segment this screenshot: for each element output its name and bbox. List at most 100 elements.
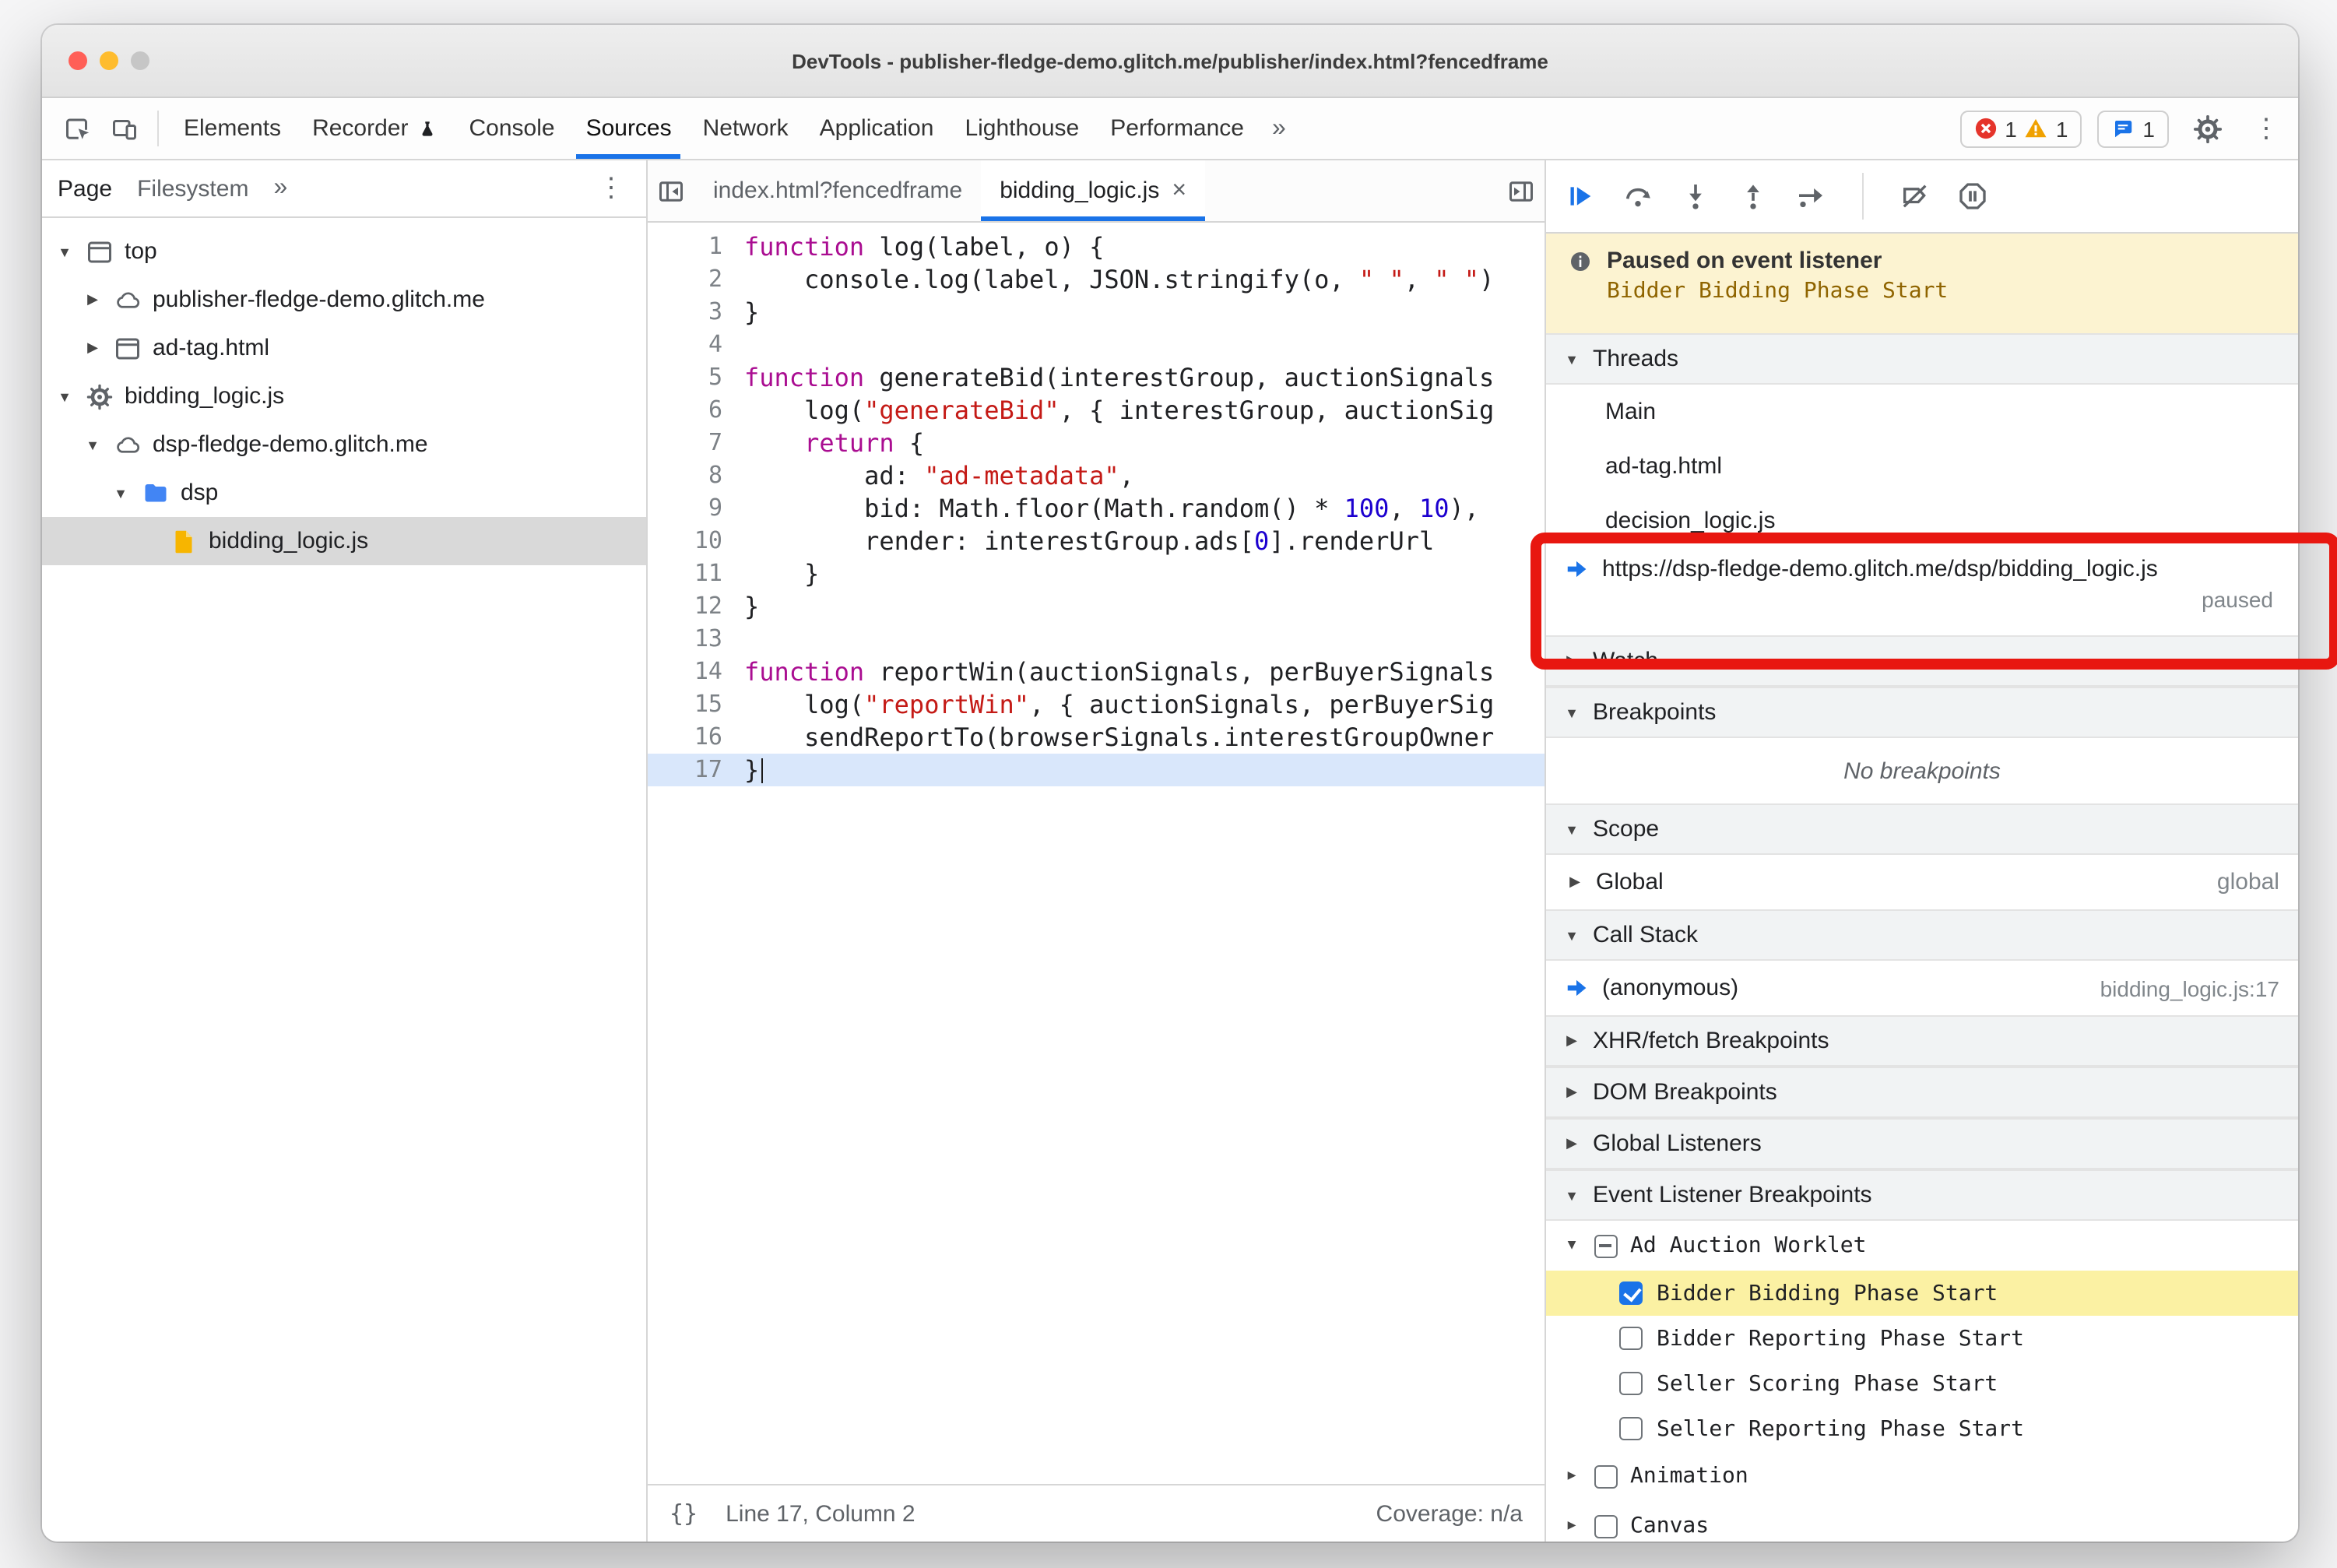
code-line[interactable]: 4 xyxy=(648,329,1545,361)
thread-item-decision-logic-js[interactable]: decision_logic.js xyxy=(1546,494,2298,548)
tab-lighthouse[interactable]: Lighthouse xyxy=(949,98,1095,159)
section-event-listener-breakpoints[interactable]: ▼ Event Listener Breakpoints xyxy=(1546,1169,2298,1221)
elb-item-checkbox[interactable] xyxy=(1619,1372,1643,1395)
navigator-kebab-menu-icon[interactable]: ⋮ xyxy=(592,173,631,204)
code-line[interactable]: 5 function generateBid(interestGroup, auc… xyxy=(648,361,1545,394)
elb-group-animation[interactable]: ▶ Animation xyxy=(1546,1451,2298,1501)
code-line[interactable]: 7 return { xyxy=(648,427,1545,459)
code-line[interactable]: 11 } xyxy=(648,557,1545,590)
code-line[interactable]: 13 xyxy=(648,623,1545,656)
line-number[interactable]: 12 xyxy=(648,590,744,623)
disclosure-down-icon[interactable]: ▼ xyxy=(111,485,131,501)
elb-item-checkbox[interactable] xyxy=(1619,1281,1643,1305)
elb-item-seller-reporting-phase-start[interactable]: Seller Reporting Phase Start xyxy=(1546,1406,2298,1451)
section-watch[interactable]: ▶ Watch xyxy=(1546,635,2298,687)
navigator-tab-filesystem[interactable]: Filesystem xyxy=(137,175,248,202)
line-number[interactable]: 11 xyxy=(648,557,744,590)
tab-network[interactable]: Network xyxy=(687,98,804,159)
elb-group-checkbox[interactable] xyxy=(1594,1464,1618,1488)
section-xhr-breakpoints[interactable]: ▶ XHR/fetch Breakpoints xyxy=(1546,1015,2298,1067)
fullscreen-window-button[interactable] xyxy=(131,51,149,70)
elb-item-checkbox[interactable] xyxy=(1619,1417,1643,1440)
close-window-button[interactable] xyxy=(69,51,87,70)
section-breakpoints[interactable]: ▼ Breakpoints xyxy=(1546,687,2298,738)
thread-item-main[interactable]: Main xyxy=(1546,385,2298,439)
line-number[interactable]: 10 xyxy=(648,525,744,557)
code-editor[interactable]: 1 function log(label, o) {2 console.log(l… xyxy=(648,223,1545,1484)
code-line[interactable]: 8 ad: "ad-metadata", xyxy=(648,459,1545,492)
minimize-window-button[interactable] xyxy=(100,51,118,70)
section-global-listeners[interactable]: ▶ Global Listeners xyxy=(1546,1118,2298,1169)
panel-right-icon[interactable] xyxy=(1498,160,1545,221)
tree-item-dsp[interactable]: ▼ dsp xyxy=(42,469,646,517)
editor-tab-bidding-logic-js[interactable]: bidding_logic.js × xyxy=(981,160,1206,221)
disclosure-right-icon[interactable]: ▶ xyxy=(1562,1518,1582,1534)
thread-item-dsp-bidding-logic-js[interactable]: https://dsp-fledge-demo.glitch.me/dsp/bi… xyxy=(1546,548,2298,635)
line-number[interactable]: 15 xyxy=(648,688,744,721)
line-number[interactable]: 14 xyxy=(648,656,744,688)
line-number[interactable]: 5 xyxy=(648,361,744,394)
editor-tab-index-html-fencedframe[interactable]: index.html?fencedframe xyxy=(694,160,981,221)
section-scope[interactable]: ▼ Scope xyxy=(1546,803,2298,855)
tab-sources[interactable]: Sources xyxy=(571,98,687,159)
elb-item-seller-scoring-phase-start[interactable]: Seller Scoring Phase Start xyxy=(1546,1361,2298,1406)
tree-item-ad-tag-html[interactable]: ▶ ad-tag.html xyxy=(42,324,646,372)
more-navigator-tabs-icon[interactable]: » xyxy=(273,174,287,202)
close-tab-icon[interactable]: × xyxy=(1172,178,1186,203)
scope-row-global[interactable]: ▶ Global global xyxy=(1546,855,2298,909)
elb-item-bidder-bidding-phase-start[interactable]: Bidder Bidding Phase Start xyxy=(1546,1271,2298,1316)
disclosure-right-icon[interactable]: ▶ xyxy=(83,291,103,308)
elb-item-checkbox[interactable] xyxy=(1619,1327,1643,1350)
pause-on-exceptions-icon[interactable] xyxy=(1957,181,1988,212)
code-line[interactable]: 9 bid: Math.floor(Math.random() * 100, 1… xyxy=(648,492,1545,525)
line-number[interactable]: 4 xyxy=(648,329,744,361)
line-number[interactable]: 1 xyxy=(648,230,744,263)
elb-group-ad-auction-worklet[interactable]: ▼ Ad Auction Worklet xyxy=(1546,1221,2298,1271)
tree-item-dsp-fledge-demo-glitch-me[interactable]: ▼ dsp-fledge-demo.glitch.me xyxy=(42,420,646,469)
section-call-stack[interactable]: ▼ Call Stack xyxy=(1546,909,2298,961)
code-line[interactable]: 17} xyxy=(648,754,1545,786)
code-line[interactable]: 2 console.log(label, JSON.stringify(o, "… xyxy=(648,263,1545,296)
tree-item-bidding-logic-js[interactable]: ▼ bidding_logic.js xyxy=(42,372,646,420)
deactivate-breakpoints-icon[interactable] xyxy=(1899,181,1931,212)
tab-elements[interactable]: Elements xyxy=(168,98,297,159)
elb-item-bidder-reporting-phase-start[interactable]: Bidder Reporting Phase Start xyxy=(1546,1316,2298,1361)
line-number[interactable]: 7 xyxy=(648,427,744,459)
device-toolbar-icon[interactable] xyxy=(101,98,148,159)
code-line[interactable]: 3} xyxy=(648,296,1545,329)
step-into-icon[interactable] xyxy=(1680,181,1711,212)
disclosure-right-icon[interactable]: ▶ xyxy=(1562,1468,1582,1484)
section-dom-breakpoints[interactable]: ▶ DOM Breakpoints xyxy=(1546,1067,2298,1118)
tab-application[interactable]: Application xyxy=(804,98,950,159)
elb-group-checkbox[interactable] xyxy=(1594,1234,1618,1257)
elb-group-canvas[interactable]: ▶ Canvas xyxy=(1546,1501,2298,1542)
elb-group-checkbox[interactable] xyxy=(1594,1514,1618,1538)
code-line[interactable]: 1 function log(label, o) { xyxy=(648,230,1545,263)
line-number[interactable]: 17 xyxy=(648,754,744,786)
step-over-icon[interactable] xyxy=(1622,181,1653,212)
line-number[interactable]: 9 xyxy=(648,492,744,525)
tab-recorder[interactable]: Recorder xyxy=(297,98,453,159)
tree-item-top[interactable]: ▼ top xyxy=(42,227,646,276)
tree-item-publisher-fledge-demo-glitch-me[interactable]: ▶ publisher-fledge-demo.glitch.me xyxy=(42,276,646,324)
code-line[interactable]: 14 function reportWin(auctionSignals, per… xyxy=(648,656,1545,688)
disclosure-down-icon[interactable]: ▼ xyxy=(54,388,75,404)
disclosure-down-icon[interactable]: ▼ xyxy=(54,244,75,259)
line-number[interactable]: 8 xyxy=(648,459,744,492)
code-line[interactable]: 6 log("generateBid", { interestGroup, au… xyxy=(648,394,1545,427)
section-threads[interactable]: ▼ Threads xyxy=(1546,333,2298,385)
line-number[interactable]: 16 xyxy=(648,721,744,754)
step-icon[interactable] xyxy=(1795,181,1826,212)
issues-button[interactable]: 1 xyxy=(2097,110,2169,147)
tree-item-bidding-logic-js[interactable]: bidding_logic.js xyxy=(42,517,646,565)
navigator-tab-page[interactable]: Page xyxy=(58,175,112,202)
line-number[interactable]: 3 xyxy=(648,296,744,329)
tab-performance[interactable]: Performance xyxy=(1095,98,1260,159)
inspect-icon[interactable] xyxy=(54,98,101,159)
line-number[interactable]: 6 xyxy=(648,394,744,427)
tab-console[interactable]: Console xyxy=(453,98,570,159)
line-number[interactable]: 2 xyxy=(648,263,744,296)
more-panels-icon[interactable]: » xyxy=(1260,98,1299,159)
panel-left-icon[interactable] xyxy=(648,160,694,221)
disclosure-right-icon[interactable]: ▶ xyxy=(1565,874,1585,891)
